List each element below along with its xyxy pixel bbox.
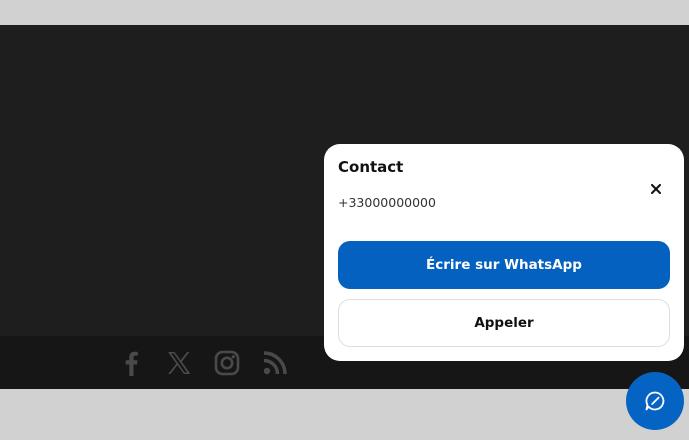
popup-title: Contact [338, 158, 404, 176]
contact-popup: Contact +33000000000 Écrire sur WhatsApp… [324, 144, 684, 361]
instagram-icon[interactable] [212, 348, 242, 378]
page: Contact +33000000000 Écrire sur WhatsApp… [0, 0, 689, 440]
call-button[interactable]: Appeler [338, 299, 670, 347]
rss-icon[interactable] [260, 348, 290, 378]
phone-number: +33000000000 [338, 195, 436, 210]
social-links [116, 346, 290, 380]
close-button[interactable] [646, 179, 666, 199]
chat-fab-button[interactable] [626, 372, 684, 430]
facebook-icon[interactable] [116, 348, 146, 378]
x-icon[interactable] [164, 348, 194, 378]
close-icon [651, 184, 661, 194]
chat-bubble-icon [645, 391, 665, 411]
whatsapp-button[interactable]: Écrire sur WhatsApp [338, 241, 670, 289]
